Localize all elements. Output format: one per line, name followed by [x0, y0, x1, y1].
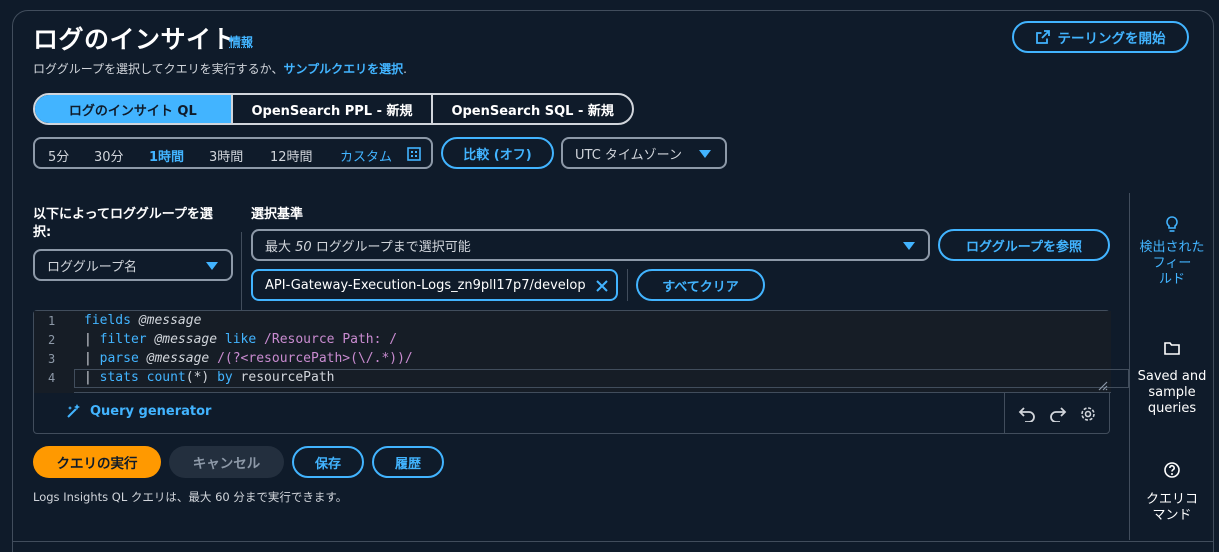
- discovered-fields-label: 検出された フィー ルド: [1139, 240, 1205, 287]
- tab-opensearch-sql[interactable]: OpenSearch SQL - 新規: [433, 95, 632, 123]
- folder-icon: [1164, 342, 1180, 355]
- saved-queries-label: Saved and sample queries: [1137, 369, 1207, 416]
- redo-icon[interactable]: [1049, 406, 1067, 422]
- code-area[interactable]: 1 2 3 4 fields @message | filter @messag…: [34, 311, 1129, 393]
- subtitle-period: .: [403, 62, 407, 76]
- time-option-12h[interactable]: 12時間: [270, 146, 313, 165]
- code-line-1: fields @message: [84, 313, 202, 328]
- gear-icon[interactable]: [1080, 406, 1096, 422]
- subtitle-text: ロググループを選択してクエリを実行するか、: [33, 62, 284, 76]
- calendar-icon[interactable]: [407, 147, 421, 161]
- timezone-select[interactable]: UTC タイムゾーン: [561, 137, 727, 169]
- time-option-30m[interactable]: 30分: [94, 146, 124, 165]
- selected-log-group-name: API-Gateway-Execution-Logs_zn9pll17p7/de…: [265, 277, 586, 293]
- tab-logs-insights-ql[interactable]: ログのインサイト QL: [35, 95, 233, 123]
- timezone-select-value: UTC タイムゾーン: [575, 147, 682, 163]
- cancel-button[interactable]: キャンセル: [169, 446, 284, 478]
- editor-toolbar: [1004, 393, 1109, 434]
- query-language-tabs: ログのインサイト QL OpenSearch PPL - 新規 OpenSear…: [33, 93, 634, 125]
- log-group-placeholder-prefix: 最大: [265, 239, 296, 255]
- query-generator-button[interactable]: Query generator: [66, 403, 211, 419]
- time-option-custom[interactable]: カスタム: [340, 146, 392, 165]
- log-group-mode-label-line1: 以下によってロググループを選: [33, 207, 213, 222]
- line-gutter: 1 2 3 4: [34, 311, 74, 393]
- query-timeout-note: Logs Insights QL クエリは、最大 60 分まで実行できます。: [33, 490, 348, 504]
- selected-log-group-token: API-Gateway-Execution-Logs_zn9pll17p7/de…: [251, 269, 618, 301]
- resize-handle-icon[interactable]: [1096, 379, 1108, 391]
- time-option-5m[interactable]: 5分: [48, 146, 69, 165]
- line-number: 4: [48, 371, 56, 385]
- code-line-2: | filter @message like /Resource Path: /: [84, 332, 398, 347]
- log-group-mode-select[interactable]: ロググループ名: [33, 249, 233, 281]
- log-group-mode-select-value: ロググループ名: [47, 259, 137, 275]
- lightbulb-icon: [1166, 216, 1178, 232]
- close-icon[interactable]: [596, 280, 608, 292]
- clear-all-button[interactable]: すべてクリア: [636, 269, 765, 301]
- line-number: 3: [48, 352, 56, 366]
- caret-down-icon: [699, 150, 711, 158]
- query-generator-label: Query generator: [90, 403, 212, 419]
- caret-down-icon: [903, 242, 915, 250]
- query-commands-tab[interactable]: クエリコ マンド: [1130, 462, 1214, 524]
- bottom-divider: [13, 541, 1213, 542]
- discovered-fields-tab[interactable]: 検出された フィー ルド: [1130, 216, 1214, 288]
- undo-icon[interactable]: [1018, 406, 1036, 422]
- compare-button[interactable]: 比較 (オフ): [441, 137, 554, 169]
- log-group-placeholder-suffix: ロググループまで選択可能: [311, 239, 471, 255]
- time-option-1h[interactable]: 1時間: [149, 146, 184, 165]
- query-commands-label: クエリコ マンド: [1145, 492, 1198, 523]
- tab-opensearch-ppl[interactable]: OpenSearch PPL - 新規: [233, 95, 434, 123]
- browse-log-groups-button[interactable]: ロググループを参照: [938, 229, 1110, 261]
- run-query-button[interactable]: クエリの実行: [33, 446, 161, 478]
- start-tailing-button[interactable]: テーリングを開始: [1012, 21, 1189, 53]
- selection-criteria-label: 選択基準: [251, 207, 304, 222]
- sample-query-link[interactable]: サンプルクエリを選択: [283, 62, 403, 76]
- help-icon: [1164, 462, 1180, 478]
- line-number: 1: [48, 314, 56, 328]
- time-option-3h[interactable]: 3時間: [209, 146, 243, 165]
- time-range-selector: 5分 30分 1時間 3時間 12時間 カスタム: [33, 137, 433, 169]
- page-subtitle: ロググループを選択してクエリを実行するか、サンプルクエリを選択.: [33, 60, 407, 77]
- log-group-select[interactable]: 最大 50 ロググループまで選択可能: [251, 229, 930, 261]
- save-button[interactable]: 保存: [292, 446, 364, 478]
- saved-queries-tab[interactable]: Saved and sample queries: [1130, 341, 1214, 417]
- log-group-select-placeholder: 最大 50 ロググループまで選択可能: [265, 236, 471, 255]
- log-group-mode-label: 以下によってロググループを選 択:: [33, 206, 238, 242]
- external-link-icon: [1035, 30, 1050, 44]
- code-line-4: | stats count(*) by resourcePath: [84, 370, 335, 385]
- page-title: ログのインサイト: [33, 25, 238, 54]
- magic-wand-icon: [67, 404, 80, 418]
- info-link[interactable]: 情報: [229, 33, 253, 50]
- history-button[interactable]: 履歴: [372, 446, 444, 478]
- line-number: 2: [48, 333, 56, 347]
- token-divider: [627, 269, 628, 301]
- log-group-limit-number: 50: [295, 239, 312, 255]
- code-line-3: | parse @message /(?<resourcePath>(\/.*)…: [84, 351, 413, 366]
- log-group-mode-label-line2: 択:: [33, 225, 52, 240]
- caret-down-icon: [206, 262, 218, 270]
- start-tailing-label: テーリングを開始: [1057, 31, 1166, 47]
